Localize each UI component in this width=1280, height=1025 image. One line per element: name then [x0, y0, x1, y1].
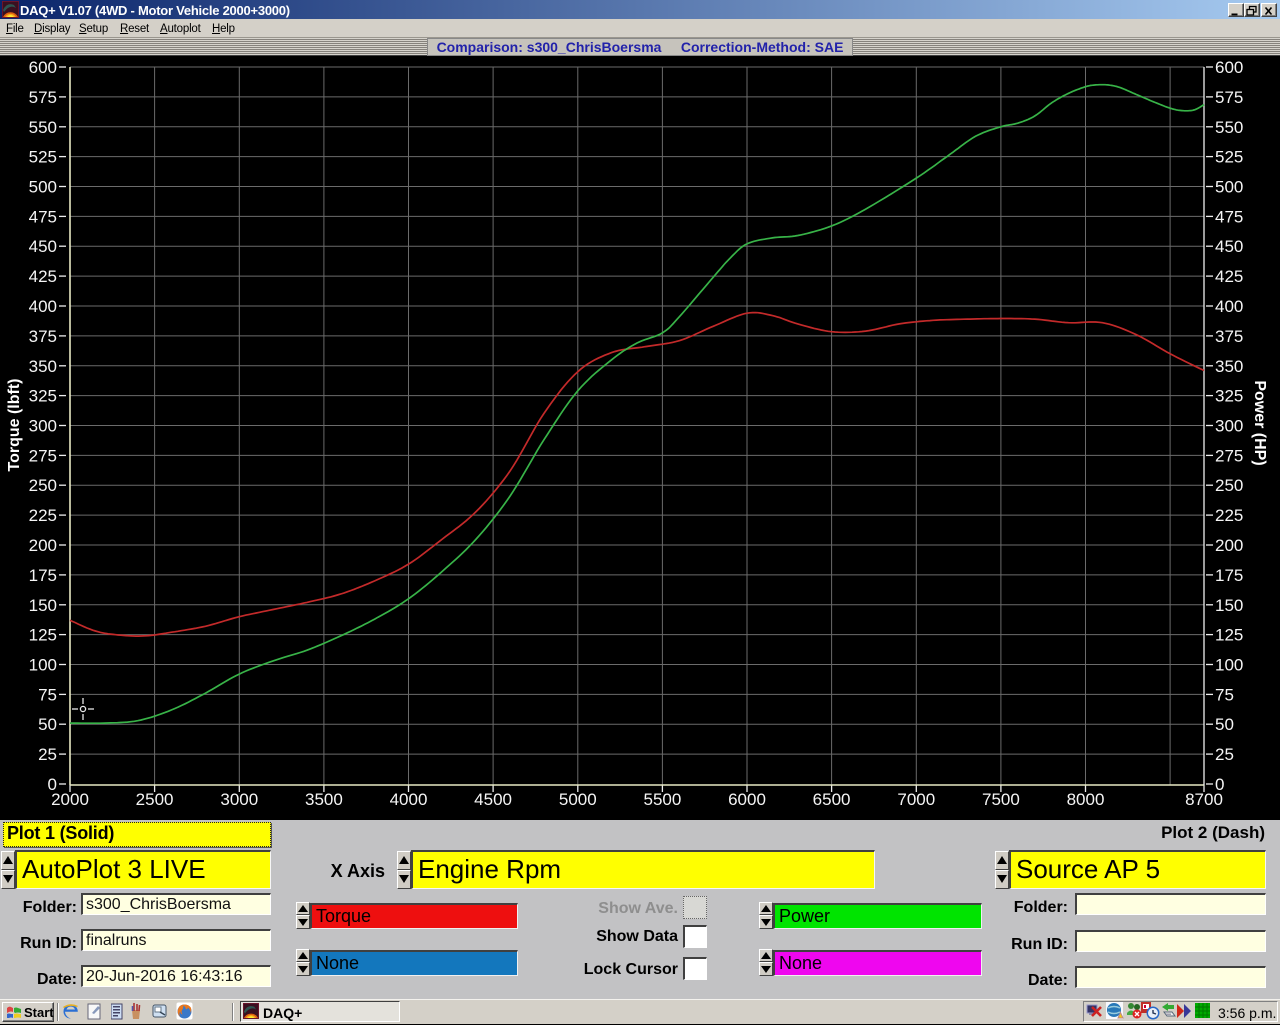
svg-text:425: 425: [1215, 267, 1243, 286]
svg-text:5500: 5500: [643, 790, 681, 809]
svg-text:25: 25: [1215, 745, 1234, 764]
svg-text:500: 500: [1215, 178, 1243, 197]
svg-text:8000: 8000: [1067, 790, 1105, 809]
svg-text:225: 225: [1215, 506, 1243, 525]
svg-text:275: 275: [29, 446, 57, 465]
svg-text:8700: 8700: [1185, 790, 1223, 809]
svg-text:450: 450: [1215, 237, 1243, 256]
svg-text:250: 250: [29, 476, 57, 495]
svg-text:475: 475: [1215, 207, 1243, 226]
svg-text:75: 75: [1215, 685, 1234, 704]
svg-text:200: 200: [29, 536, 57, 555]
svg-text:2500: 2500: [136, 790, 174, 809]
svg-text:75: 75: [38, 685, 57, 704]
svg-text:575: 575: [29, 88, 57, 107]
svg-text:50: 50: [1215, 715, 1234, 734]
svg-text:4000: 4000: [390, 790, 428, 809]
svg-text:300: 300: [29, 417, 57, 436]
svg-text:25: 25: [38, 745, 57, 764]
svg-text:Power (HP): Power (HP): [1251, 380, 1268, 465]
svg-text:550: 550: [29, 118, 57, 137]
svg-text:500: 500: [29, 178, 57, 197]
svg-text:175: 175: [29, 566, 57, 585]
svg-text:550: 550: [1215, 118, 1243, 137]
svg-text:150: 150: [29, 596, 57, 615]
svg-text:100: 100: [29, 656, 57, 675]
svg-text:600: 600: [1215, 58, 1243, 77]
svg-text:450: 450: [29, 237, 57, 256]
svg-text:125: 125: [1215, 626, 1243, 645]
svg-text:200: 200: [1215, 536, 1243, 555]
svg-text:325: 325: [29, 387, 57, 406]
svg-text:125: 125: [29, 626, 57, 645]
svg-text:400: 400: [29, 297, 57, 316]
svg-text:4500: 4500: [474, 790, 512, 809]
svg-text:6000: 6000: [728, 790, 766, 809]
svg-text:300: 300: [1215, 417, 1243, 436]
svg-text:425: 425: [29, 267, 57, 286]
svg-text:375: 375: [29, 327, 57, 346]
svg-text:225: 225: [29, 506, 57, 525]
svg-text:325: 325: [1215, 387, 1243, 406]
svg-text:7000: 7000: [897, 790, 935, 809]
svg-text:575: 575: [1215, 88, 1243, 107]
svg-text:3500: 3500: [305, 790, 343, 809]
svg-text:600: 600: [29, 58, 57, 77]
svg-text:350: 350: [29, 357, 57, 376]
svg-text:350: 350: [1215, 357, 1243, 376]
svg-text:7500: 7500: [982, 790, 1020, 809]
svg-text:275: 275: [1215, 446, 1243, 465]
svg-text:50: 50: [38, 715, 57, 734]
svg-text:175: 175: [1215, 566, 1243, 585]
svg-text:100: 100: [1215, 656, 1243, 675]
svg-text:2000: 2000: [51, 790, 89, 809]
svg-text:525: 525: [29, 148, 57, 167]
svg-text:6500: 6500: [813, 790, 851, 809]
svg-text:375: 375: [1215, 327, 1243, 346]
svg-text:3000: 3000: [220, 790, 258, 809]
svg-text:475: 475: [29, 207, 57, 226]
svg-text:5000: 5000: [559, 790, 597, 809]
svg-text:525: 525: [1215, 148, 1243, 167]
svg-text:400: 400: [1215, 297, 1243, 316]
svg-text:Torque (lbft): Torque (lbft): [6, 378, 23, 471]
svg-text:250: 250: [1215, 476, 1243, 495]
svg-text:150: 150: [1215, 596, 1243, 615]
